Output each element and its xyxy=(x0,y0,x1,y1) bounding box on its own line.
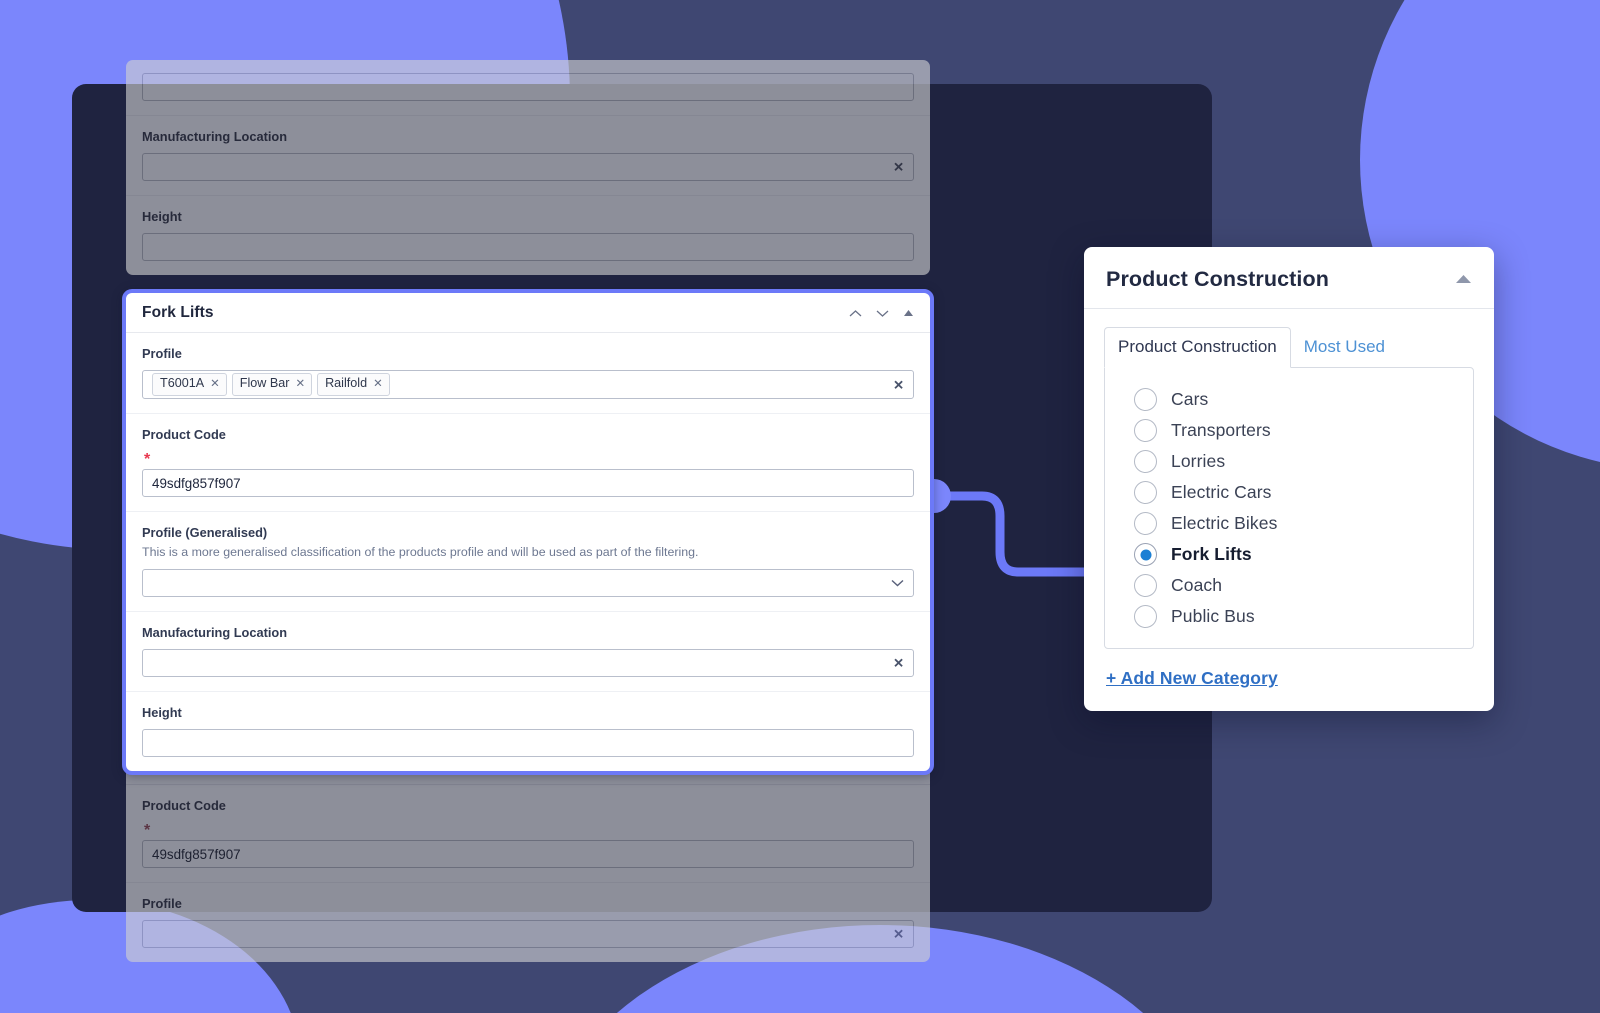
field-row-height: Height xyxy=(126,692,930,771)
form-card-above: Manufacturing Location ✕ Height xyxy=(126,60,930,275)
coach-product-code-input[interactable]: 49sdfg857f907 xyxy=(142,840,914,868)
card-title-fork-lifts: Fork Lifts xyxy=(142,304,214,322)
collapse-icon[interactable] xyxy=(903,309,914,317)
radio-label: Coach xyxy=(1171,575,1222,596)
partial-input[interactable] xyxy=(142,73,914,101)
field-label-coach-profile: Profile xyxy=(142,896,914,911)
radio-option-transporters[interactable]: Transporters xyxy=(1121,415,1457,446)
manufacturing-location-input[interactable]: ✕ xyxy=(142,153,914,181)
popover-title: Product Construction xyxy=(1106,267,1329,292)
required-asterisk: * xyxy=(144,451,150,468)
chevron-down-icon[interactable] xyxy=(891,579,904,588)
radio-option-coach[interactable]: Coach xyxy=(1121,570,1457,601)
radio-label: Public Bus xyxy=(1171,606,1255,627)
radio-icon[interactable] xyxy=(1134,512,1157,535)
field-row-partial xyxy=(126,60,930,116)
product-code-value: 49sdfg857f907 xyxy=(152,476,241,491)
field-label-product-code: Product Code xyxy=(142,427,914,442)
radio-option-fork-lifts[interactable]: Fork Lifts xyxy=(1121,539,1457,570)
radio-option-electric-bikes[interactable]: Electric Bikes xyxy=(1121,508,1457,539)
clear-icon[interactable]: ✕ xyxy=(893,657,904,670)
profile-chip[interactable]: T6001A ✕ xyxy=(152,373,227,396)
field-row-product-code: Product Code * 49sdfg857f907 xyxy=(126,414,930,512)
radio-label: Cars xyxy=(1171,389,1208,410)
add-new-category-link[interactable]: + Add New Category xyxy=(1106,668,1278,689)
collapse-triangle-icon[interactable] xyxy=(1455,274,1472,284)
field-row-manufacturing-location: Manufacturing Location ✕ xyxy=(126,612,930,692)
clear-icon[interactable]: ✕ xyxy=(893,928,904,941)
profile-chip[interactable]: Flow Bar ✕ xyxy=(232,373,312,396)
radio-icon[interactable] xyxy=(1134,388,1157,411)
field-label-profile-generalised: Profile (Generalised) xyxy=(142,525,914,540)
chip-remove-icon[interactable]: ✕ xyxy=(373,377,383,391)
height-input[interactable] xyxy=(142,233,914,261)
radio-label: Electric Cars xyxy=(1171,482,1271,503)
coach-product-code-value: 49sdfg857f907 xyxy=(152,847,241,862)
chip-label: Flow Bar xyxy=(240,376,290,392)
field-row-profile: Profile T6001A ✕ Flow Bar ✕ Railfold ✕ xyxy=(126,333,930,414)
form-card-fork-lifts[interactable]: Fork Lifts Profile T6001A xyxy=(122,289,934,775)
required-asterisk-coach: * xyxy=(144,822,150,839)
radio-icon[interactable] xyxy=(1134,450,1157,473)
field-row-manufacturing-location: Manufacturing Location ✕ xyxy=(126,116,930,196)
profile-chip-list: T6001A ✕ Flow Bar ✕ Railfold ✕ xyxy=(152,373,390,396)
product-code-input[interactable]: 49sdfg857f907 xyxy=(142,469,914,497)
chevron-up-icon[interactable] xyxy=(849,309,862,318)
field-label-profile: Profile xyxy=(142,346,914,361)
radio-label: Lorries xyxy=(1171,451,1225,472)
card-header-icons-fork-lifts xyxy=(849,309,914,318)
popover-tabs: Product Construction Most Used xyxy=(1104,327,1474,367)
chip-label: T6001A xyxy=(160,376,204,392)
popover-header: Product Construction xyxy=(1084,247,1494,309)
coach-profile-input[interactable]: ✕ xyxy=(142,920,914,948)
radio-label: Fork Lifts xyxy=(1171,544,1252,565)
field-row-profile-generalised: Profile (Generalised) This is a more gen… xyxy=(126,512,930,612)
radio-icon[interactable] xyxy=(1134,419,1157,442)
product-construction-popover: Product Construction Product Constructio… xyxy=(1084,247,1494,711)
radio-option-public-bus[interactable]: Public Bus xyxy=(1121,601,1457,632)
height-input[interactable] xyxy=(142,729,914,757)
screenshot-root: Manufacturing Location ✕ Height Coach xyxy=(0,0,1600,1013)
popover-body: Product Construction Most Used Cars Tran… xyxy=(1084,309,1494,711)
tab-most-used[interactable]: Most Used xyxy=(1291,328,1398,367)
radio-label: Transporters xyxy=(1171,420,1271,441)
field-label-height: Height xyxy=(142,705,914,720)
radio-label: Electric Bikes xyxy=(1171,513,1277,534)
radio-icon-selected[interactable] xyxy=(1134,543,1157,566)
clear-icon[interactable]: ✕ xyxy=(893,378,904,391)
radio-icon[interactable] xyxy=(1134,574,1157,597)
chip-remove-icon[interactable]: ✕ xyxy=(295,377,305,391)
field-label-height: Height xyxy=(142,209,914,224)
field-label-manufacturing-location: Manufacturing Location xyxy=(142,625,914,640)
profile-chip[interactable]: Railfold ✕ xyxy=(317,373,390,396)
clear-icon[interactable]: ✕ xyxy=(893,161,904,174)
field-row-coach-profile: Profile ✕ xyxy=(126,883,930,962)
chip-label: Railfold xyxy=(325,376,367,392)
radio-option-cars[interactable]: Cars xyxy=(1121,384,1457,415)
tab-product-construction[interactable]: Product Construction xyxy=(1104,327,1291,368)
radio-icon[interactable] xyxy=(1134,605,1157,628)
profile-generalised-select[interactable] xyxy=(142,569,914,597)
field-row-coach-product-code: Product Code * 49sdfg857f907 xyxy=(126,785,930,883)
field-help-profile-generalised: This is a more generalised classificatio… xyxy=(142,545,914,559)
category-radio-group: Cars Transporters Lorries Electric Cars … xyxy=(1104,367,1474,649)
radio-option-electric-cars[interactable]: Electric Cars xyxy=(1121,477,1457,508)
radio-icon[interactable] xyxy=(1134,481,1157,504)
form-card-coach: Coach Product Code* 49sdfg857f907 Profil… xyxy=(126,745,930,962)
manufacturing-location-input[interactable]: ✕ xyxy=(142,649,914,677)
card-header-fork-lifts: Fork Lifts xyxy=(126,293,930,333)
field-label-manufacturing-location: Manufacturing Location xyxy=(142,129,914,144)
radio-option-lorries[interactable]: Lorries xyxy=(1121,446,1457,477)
chevron-down-icon[interactable] xyxy=(876,309,889,318)
field-row-height: Height xyxy=(126,196,930,275)
field-label-coach-product-code: Product Code xyxy=(142,798,914,813)
profile-multiselect[interactable]: T6001A ✕ Flow Bar ✕ Railfold ✕ ✕ xyxy=(142,370,914,399)
chip-remove-icon[interactable]: ✕ xyxy=(210,377,220,391)
